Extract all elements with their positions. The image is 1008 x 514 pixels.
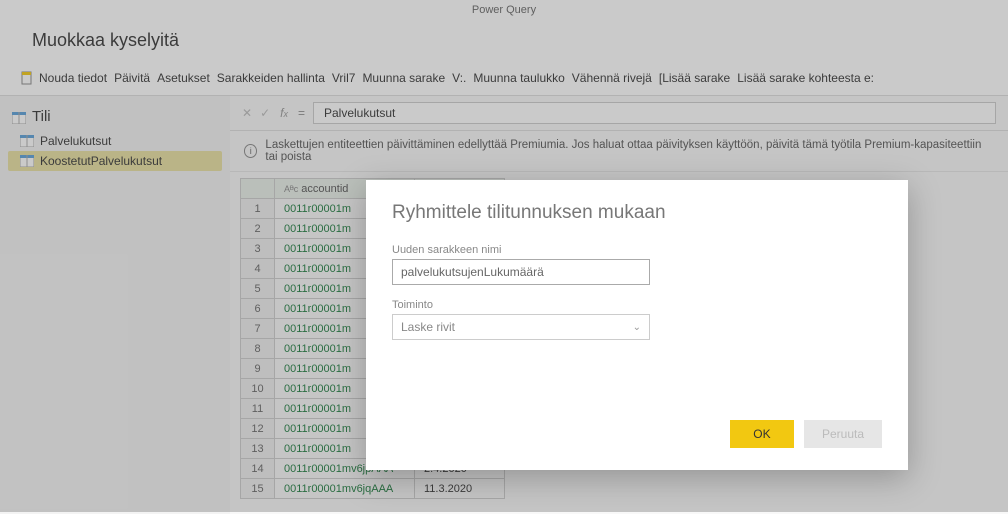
operation-label: Toiminto — [392, 299, 882, 311]
ok-button[interactable]: OK — [730, 420, 794, 448]
column-name-input[interactable] — [392, 259, 650, 285]
chevron-down-icon: ⌄ — [633, 322, 641, 333]
cancel-button[interactable]: Peruuta — [804, 420, 882, 448]
group-by-dialog: Ryhmittele tilitunnuksen mukaan Uuden sa… — [366, 180, 908, 470]
operation-value: Laske rivit — [401, 320, 455, 334]
dialog-title: Ryhmittele tilitunnuksen mukaan — [392, 202, 882, 224]
operation-select[interactable]: Laske rivit ⌄ — [392, 314, 650, 340]
column-name-label: Uuden sarakkeen nimi — [392, 244, 882, 256]
